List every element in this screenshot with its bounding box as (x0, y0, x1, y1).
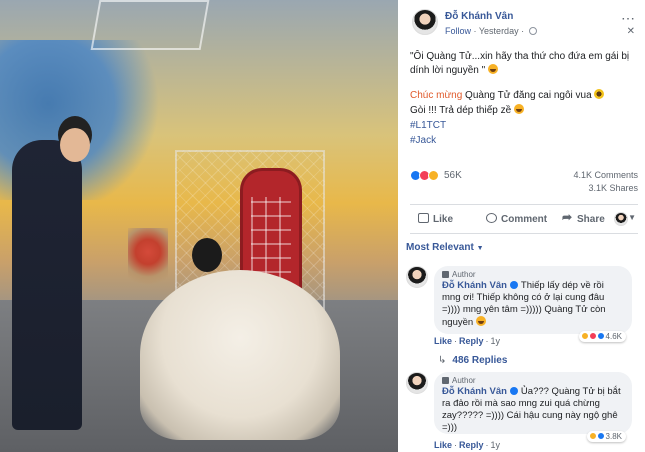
commenter-name[interactable]: Đỗ Khánh Vân (442, 386, 507, 397)
comment-actions: Like · Reply · 1y (434, 440, 500, 450)
like-button-label: Like (433, 214, 454, 225)
laughing-emoji-icon (475, 316, 486, 326)
comment-button[interactable]: Comment (486, 213, 547, 225)
facebook-photo-viewer: Đỗ Khánh Vân Follow · Yesterday · ⋯ ✕ "Ô… (0, 0, 645, 452)
like-reaction-icon (597, 332, 606, 340)
chevron-down-icon[interactable]: ▼ (628, 213, 636, 222)
separator: · (485, 336, 489, 346)
post-meta: Follow · Yesterday · (445, 26, 537, 36)
commenter-name[interactable]: Đỗ Khánh Vân (442, 280, 507, 291)
view-replies-link[interactable]: ↳ 486 Replies (438, 355, 507, 366)
caption-congrats: Chúc mừng Quàng Tử đăng cai ngôi vua (410, 89, 638, 103)
comment-bubble: Author Đỗ Khánh Vân Ủa??? Quàng Tử bị bắt… (434, 372, 632, 442)
comment-button-label: Comment (501, 214, 548, 225)
follow-link[interactable]: Follow (445, 26, 471, 36)
photo-man-head (60, 128, 90, 162)
like-reaction-icon (597, 432, 606, 440)
caption-gap (410, 79, 638, 89)
chevron-down-icon: ▼ (476, 245, 484, 252)
share-icon (562, 210, 573, 224)
comment-text-block: Đỗ Khánh Vân Ủa??? Quàng Tử bị bắt ra đảo… (442, 386, 624, 434)
post-header: Đỗ Khánh Vân Follow · Yesterday · ⋯ ✕ (398, 0, 645, 42)
author-badge-label: Author (452, 376, 476, 385)
comment-reaction-count: 3.8K (605, 432, 622, 441)
more-options-icon[interactable]: ⋯ (621, 10, 635, 27)
hashtag-jack[interactable]: #Jack (410, 134, 638, 148)
reaction-count[interactable]: 56K (444, 170, 462, 181)
commenter-avatar[interactable] (406, 372, 428, 394)
love-reaction-icon (589, 332, 598, 340)
comment-like-link[interactable]: Like (434, 440, 452, 450)
sort-label: Most Relevant (406, 242, 474, 253)
author-pen-icon (442, 271, 449, 278)
post-caption: "Ôi Quàng Tử...xin hãy tha thứ cho đứa e… (410, 50, 638, 149)
comment-reaction-count: 4.6K (605, 332, 622, 341)
laughing-emoji-icon (513, 104, 524, 114)
close-icon[interactable]: ✕ (627, 26, 635, 37)
caption-quote: "Ôi Quàng Tử...xin hãy tha thứ cho đứa e… (410, 50, 638, 78)
verified-badge-icon (509, 387, 518, 395)
comment-bubble: Author Đỗ Khánh Vân Thiếp lấy dép về rồi … (434, 266, 632, 342)
haha-reaction-icon (580, 332, 589, 340)
share-button-label: Share (577, 214, 605, 225)
author-name[interactable]: Đỗ Khánh Vân (445, 11, 513, 22)
hashtag-l1tct[interactable]: #L1TCT (410, 119, 638, 133)
post-action-bar: Like Comment Share ▼ (410, 204, 638, 234)
globe-icon (528, 27, 537, 35)
sunflower-emoji-icon (594, 89, 605, 99)
caption-quote-text: "Ôi Quàng Tử...xin hãy tha thứ cho đứa e… (410, 51, 630, 76)
meta-separator: · (521, 26, 527, 36)
caption-line3-text: Gòi !!! Trả dép thiếp zề (410, 105, 512, 116)
comment-sort-dropdown[interactable]: Most Relevant ▼ (406, 242, 484, 253)
comment-time[interactable]: 1y (491, 336, 501, 346)
photo-bouquet (128, 228, 168, 288)
comment-icon (486, 213, 497, 223)
comment-reactions[interactable]: 4.6K (578, 331, 626, 342)
post-side-panel: Đỗ Khánh Vân Follow · Yesterday · ⋯ ✕ "Ô… (398, 0, 645, 452)
haha-reaction-icon[interactable] (428, 170, 439, 181)
congrats-highlight: Chúc mừng (410, 90, 463, 101)
comments-count[interactable]: 4.1K Comments (573, 170, 638, 180)
photo-man-in-suit (12, 140, 82, 430)
author-avatar[interactable] (412, 9, 438, 35)
photo-ceiling-frame (90, 0, 210, 50)
author-badge: Author (442, 376, 624, 385)
comment-reactions[interactable]: 3.8K (587, 431, 626, 442)
replies-label: 486 Replies (452, 355, 508, 366)
post-photo[interactable] (0, 0, 398, 452)
like-button[interactable]: Like (418, 213, 453, 225)
caption-congrats-rest: Quàng Tử đăng cai ngôi vua (462, 90, 592, 101)
comment-time[interactable]: 1y (491, 440, 501, 450)
author-badge: Author (442, 270, 624, 279)
comment-reply-link[interactable]: Reply (459, 336, 484, 346)
separator: · (454, 440, 458, 450)
caption-line3: Gòi !!! Trả dép thiếp zề (410, 104, 638, 118)
comment-text-block: Đỗ Khánh Vân Thiếp lấy dép về rồi mng ơi!… (442, 280, 624, 329)
comment-reply-link[interactable]: Reply (459, 440, 484, 450)
photo-woman-head (192, 238, 222, 272)
photo-white-dress (140, 270, 340, 440)
author-badge-label: Author (452, 270, 476, 279)
comment-actions: Like · Reply · 1y (434, 336, 500, 346)
thumbs-up-icon (418, 213, 429, 223)
separator: · (454, 336, 458, 346)
post-time[interactable]: Yesterday (479, 26, 519, 36)
post-stats: 56K 4.1K Comments 3.1K Shares (410, 168, 638, 198)
laughing-emoji-icon (487, 64, 498, 74)
verified-badge-icon (509, 281, 518, 289)
shares-count[interactable]: 3.1K Shares (588, 183, 638, 193)
comment-like-link[interactable]: Like (434, 336, 452, 346)
commenter-avatar[interactable] (406, 266, 428, 288)
reply-arrow-icon: ↳ (438, 355, 447, 366)
separator: · (485, 440, 489, 450)
share-button[interactable]: Share (562, 210, 605, 225)
reaction-as-avatar[interactable] (614, 212, 628, 226)
haha-reaction-icon (589, 432, 598, 440)
author-pen-icon (442, 377, 449, 384)
